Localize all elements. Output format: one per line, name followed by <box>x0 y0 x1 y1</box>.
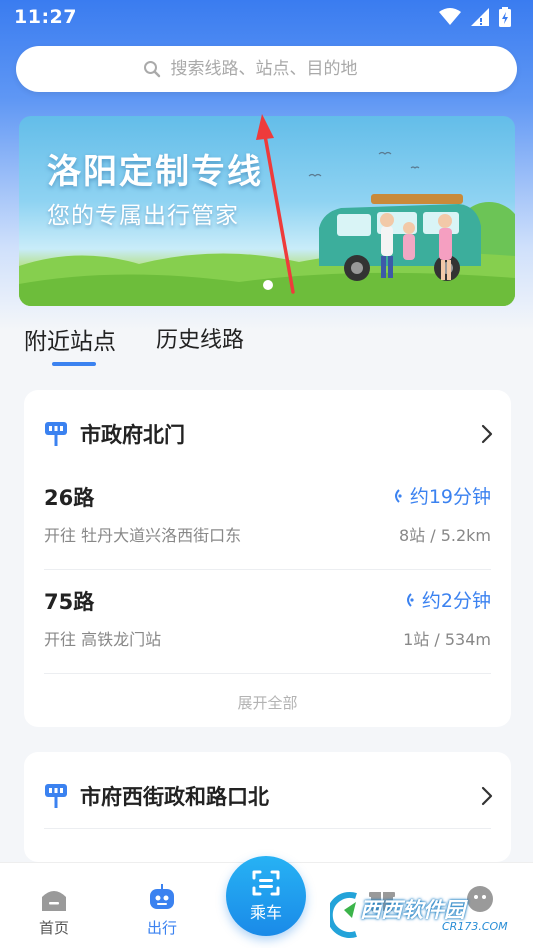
nav-travel-label: 出行 <box>146 919 177 937</box>
station-card: 市政府北门 26路 开往 牡丹大道兴洛西街口东 约19分钟 8站 / 5.2km… <box>24 390 511 727</box>
route-row[interactable]: 26路 开往 牡丹大道兴洛西街口东 约19分钟 8站 / 5.2km <box>44 466 491 570</box>
home-icon <box>42 891 66 911</box>
route-distance: 1站 / 534m <box>403 630 491 649</box>
route-row[interactable]: 75路 开往 高铁龙门站 约2分钟 1站 / 534m <box>44 570 491 674</box>
realtime-signal-icon <box>394 488 402 503</box>
banner-title: 洛阳定制专线 <box>47 152 263 192</box>
tab-nearby-stations[interactable]: 附近站点 <box>24 322 116 366</box>
divider <box>44 828 491 829</box>
route-eta: 约2分钟 <box>404 586 491 613</box>
battery-icon <box>499 7 511 27</box>
tab-history-routes[interactable]: 历史线路 <box>156 322 244 356</box>
route-number: 26路 <box>44 486 95 510</box>
robot-icon <box>150 884 174 909</box>
nav-travel[interactable]: 出行 <box>132 881 192 938</box>
nav-home[interactable]: 首页 <box>24 881 84 938</box>
signal-icon <box>471 8 489 26</box>
tab-active-indicator <box>52 362 96 366</box>
station-header[interactable]: 市政府北门 <box>44 418 493 450</box>
status-time: 11:27 <box>14 6 77 28</box>
station-name: 市政府北门 <box>80 423 185 447</box>
bus-stop-icon <box>45 422 67 446</box>
search-input[interactable] <box>170 59 391 79</box>
route-direction: 开往 高铁龙门站 <box>44 630 162 649</box>
station-header[interactable]: 市府西街政和路口北 <box>44 780 493 812</box>
ride-button[interactable]: 乘车 <box>226 856 306 936</box>
station-tabs: 附近站点 历史线路 <box>24 322 244 366</box>
station-name: 市府西街政和路口北 <box>80 785 269 809</box>
route-direction: 开往 牡丹大道兴洛西街口东 <box>44 526 242 545</box>
chevron-right-icon <box>481 424 493 444</box>
annotation-arrow <box>256 114 295 294</box>
banner-subtitle: 您的专属出行管家 <box>47 203 239 229</box>
scan-icon <box>252 870 280 896</box>
wifi-icon <box>439 8 461 25</box>
route-distance: 8站 / 5.2km <box>398 526 491 545</box>
route-number: 75路 <box>44 590 95 614</box>
tab-history-routes-label: 历史线路 <box>156 328 245 353</box>
search-icon <box>143 61 160 78</box>
ride-button-label: 乘车 <box>249 903 282 922</box>
chevron-right-icon <box>481 786 493 806</box>
watermark-url: CR173.COM <box>442 920 508 933</box>
search-bar[interactable] <box>16 46 517 92</box>
watermark-logo: 西西软件园 CR173.COM <box>326 888 515 940</box>
status-icons <box>439 7 511 27</box>
nav-home-label: 首页 <box>38 919 69 937</box>
route-eta-text: 约19分钟 <box>409 486 491 508</box>
route-eta-text: 约2分钟 <box>421 590 491 612</box>
route-eta: 约19分钟 <box>392 482 491 509</box>
bus-stop-icon <box>45 784 67 808</box>
status-bar: 11:27 <box>0 0 533 34</box>
expand-all-button[interactable]: 展开全部 <box>24 692 511 713</box>
tab-nearby-stations-label: 附近站点 <box>24 329 116 355</box>
station-card: 市府西街政和路口北 <box>24 752 511 862</box>
realtime-signal-icon <box>406 592 414 607</box>
